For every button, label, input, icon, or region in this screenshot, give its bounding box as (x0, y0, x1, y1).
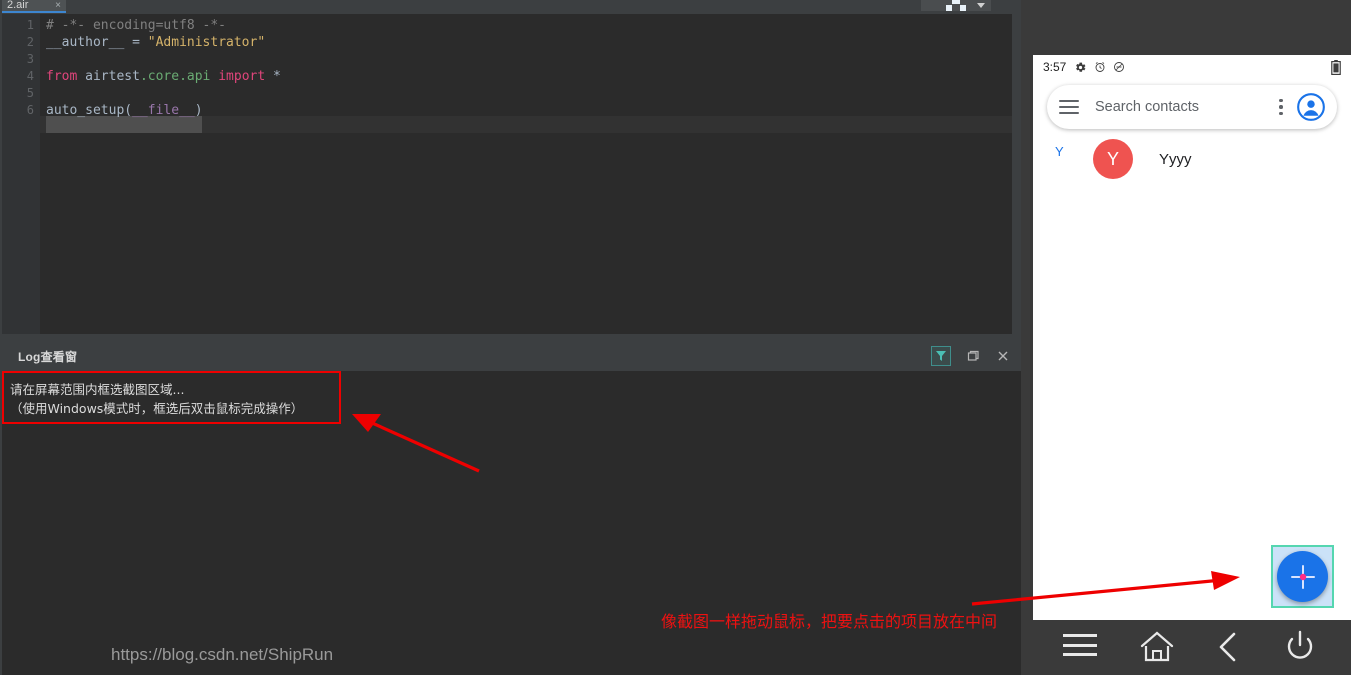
code-text-area[interactable]: # -*- encoding=utf8 -*- __author__ = "Adm… (40, 14, 1021, 334)
code-token: "Administrator" (147, 35, 266, 50)
code-token: .core.api (139, 69, 211, 84)
account-circle-icon[interactable] (1297, 93, 1325, 121)
list-item[interactable]: Y Yyyy (1093, 133, 1343, 185)
code-token: import (218, 69, 266, 84)
code-token: ) (194, 103, 203, 118)
split-pane-icon[interactable] (945, 0, 967, 11)
code-line[interactable]: from airtest.core.api import * (46, 68, 281, 85)
phone-status-bar: 3:57 (1033, 55, 1351, 79)
screenshot-instruction-box: 请在屏幕范围内框选截图区域... （使用Windows模式时，框选后双击鼠标完成… (2, 371, 341, 424)
restore-window-icon[interactable] (965, 348, 981, 364)
code-token: ( (124, 103, 133, 118)
log-panel-title: Log查看窗 (18, 350, 78, 364)
status-bar-time: 3:57 (1043, 60, 1067, 74)
chevron-down-icon[interactable] (975, 0, 987, 11)
editor-tab-label: 2.air (7, 0, 29, 11)
line-number: 1 (26, 18, 34, 32)
watermark: https://blog.csdn.net/ShipRun (111, 645, 334, 664)
code-token: __author__ (46, 35, 125, 50)
code-token: airtest (77, 69, 140, 84)
annotation-red-text: 像截图一样拖动鼠标，把要点击的项目放在中间 (661, 612, 998, 631)
search-input[interactable]: Search contacts (1095, 99, 1279, 115)
phone-nav-bar (1021, 620, 1351, 675)
line-number-gutter: 1 2 3 4 5 6 (2, 14, 40, 334)
more-vert-icon[interactable] (1279, 98, 1283, 116)
status-bar-icons (1074, 61, 1125, 74)
line-number: 4 (26, 69, 34, 83)
close-icon[interactable] (995, 348, 1011, 364)
code-token: from (46, 69, 78, 84)
line-number: 6 (26, 103, 34, 117)
code-token: * (265, 69, 281, 84)
ide-window: 2.air × 123456 # -*- encoding=utf8 -*- __… (0, 0, 1021, 675)
code-line[interactable]: # -*- encoding=utf8 -*- (46, 17, 226, 34)
code-editor[interactable]: 123456 # -*- encoding=utf8 -*- __author__… (2, 14, 1021, 334)
contact-name: Yyyy (1159, 150, 1192, 168)
log-panel-header: Log查看窗 (2, 341, 1021, 372)
instruction-line-1: 请在屏幕范围内框选截图区域... (10, 382, 185, 397)
power-icon[interactable] (1283, 630, 1317, 664)
editor-scrollbar[interactable] (1012, 14, 1021, 334)
back-icon[interactable] (1213, 630, 1243, 664)
gear-icon (1076, 62, 1086, 72)
contacts-section-header: Y (1055, 144, 1064, 159)
line-number: 2 (26, 35, 34, 49)
filter-icon[interactable] (931, 346, 951, 366)
home-icon[interactable] (1139, 630, 1175, 664)
line-number: 5 (26, 86, 34, 100)
code-token: # -*- encoding=utf8 -*- (46, 18, 227, 33)
log-panel-tools (931, 345, 1011, 367)
do-not-disturb-icon (1114, 62, 1125, 72)
editor-tab-strip: 2.air × (0, 0, 1021, 14)
code-line[interactable]: __author__ = "Administrator" (46, 34, 265, 51)
hamburger-icon[interactable] (1059, 100, 1079, 114)
instruction-line-2: （使用Windows模式时，框选后双击鼠标完成操作） (10, 401, 304, 416)
code-token: = (124, 35, 148, 50)
close-icon[interactable]: × (55, 0, 61, 11)
battery-icon (1331, 59, 1341, 75)
add-contact-fab[interactable] (1277, 551, 1328, 602)
avatar: Y (1093, 139, 1133, 179)
search-contacts-bar[interactable]: Search contacts (1047, 85, 1337, 129)
status-bar-right (1331, 59, 1341, 75)
tab-strip-actions (921, 0, 991, 11)
crosshair-target-icon (1290, 564, 1315, 589)
active-tab-underline (2, 11, 66, 13)
recents-menu-icon[interactable] (1063, 634, 1097, 656)
code-token: __file__ (132, 103, 195, 118)
code-token: auto_setup (46, 103, 125, 118)
code-line[interactable]: auto_setup(__file__) (46, 102, 203, 119)
phone-screen: 3:57 Search contacts Y Y Yyyy (1033, 55, 1351, 620)
line-number: 3 (26, 52, 34, 66)
alarm-icon (1095, 62, 1105, 72)
